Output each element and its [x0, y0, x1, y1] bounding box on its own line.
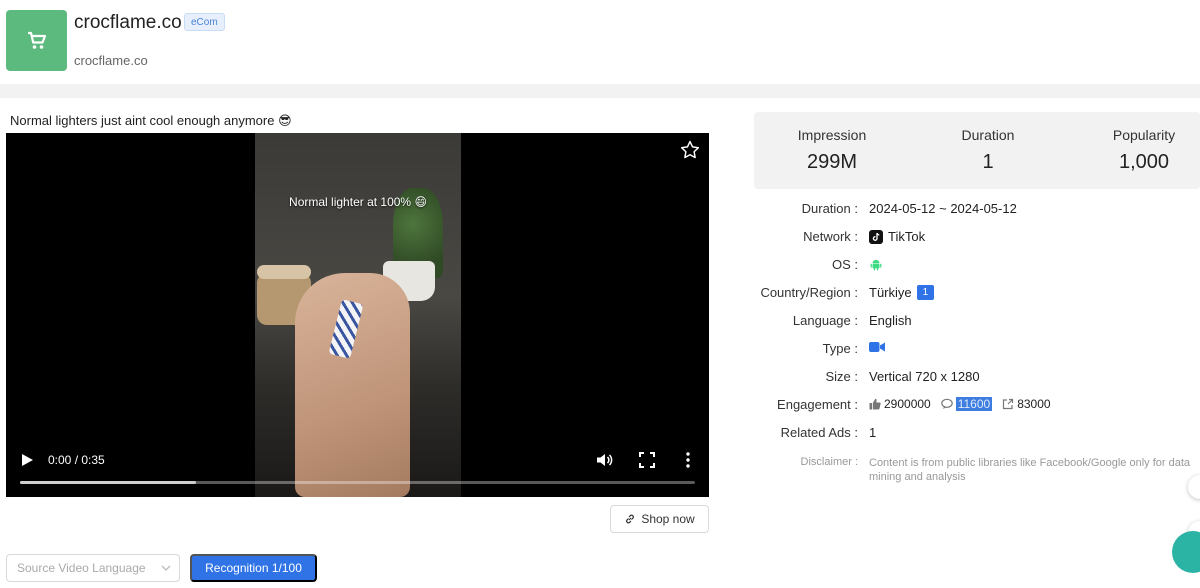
engagement-comments: 11600	[940, 397, 993, 411]
chevron-down-icon	[161, 565, 171, 571]
detail-label: Network :	[803, 229, 858, 244]
detail-value: 2900000 11600 83000	[869, 397, 1061, 411]
engagement-shares: 83000	[1002, 397, 1051, 411]
comment-icon	[940, 398, 953, 409]
detail-label: Engagement :	[777, 397, 858, 412]
detail-value	[869, 257, 883, 271]
detail-label: Type :	[822, 341, 858, 356]
play-icon[interactable]	[20, 453, 34, 467]
detail-label: OS :	[831, 257, 858, 272]
ad-title: Normal lighters just aint cool enough an…	[10, 113, 292, 128]
detail-value: Türkiye 1	[869, 285, 935, 300]
language-select-placeholder: Source Video Language	[17, 561, 146, 575]
brand-name[interactable]: crocflame.co	[74, 12, 182, 34]
ad-detail-panel: Normal lighters just aint cool enough an…	[0, 98, 1200, 588]
stat-impression: Impression 299M	[757, 127, 907, 174]
detail-value: Vertical 720 x 1280	[869, 369, 980, 384]
shopping-cart-logo	[6, 10, 67, 71]
advertiser-header: crocflame.co eCom crocflame.co	[0, 0, 1200, 84]
shares-count: 83000	[1017, 397, 1051, 411]
stat-value: 299M	[806, 151, 858, 173]
video-caption: Normal lighter at 100% 😄	[289, 195, 427, 209]
detail-duration: Duration : 2024-05-12 ~ 2024-05-12	[754, 201, 1200, 221]
floating-scroll-button[interactable]	[1188, 475, 1200, 499]
detail-related-ads: Related Ads : 1	[754, 425, 1200, 445]
android-icon	[870, 259, 882, 271]
star-icon[interactable]	[679, 139, 701, 161]
shopping-cart-icon	[27, 31, 46, 49]
source-video-language-select[interactable]: Source Video Language	[6, 554, 180, 582]
video-progress-bar[interactable]	[20, 481, 695, 484]
stat-duration: Duration 1	[913, 127, 1063, 174]
link-icon	[626, 514, 635, 524]
stat-label: Popularity	[1112, 127, 1176, 143]
detail-label: Size :	[825, 369, 858, 384]
detail-label: Related Ads :	[780, 425, 858, 440]
shop-now-button[interactable]: Shop now	[610, 505, 709, 533]
brand-domain: crocflame.co	[74, 53, 148, 68]
shop-now-label: Shop now	[641, 512, 695, 526]
detail-value	[869, 341, 885, 353]
detail-label: Duration :	[801, 201, 858, 216]
detail-value[interactable]: 1	[869, 425, 876, 440]
detail-label: Language :	[792, 313, 858, 328]
disclaimer-text: Content is from public libraries like Fa…	[869, 457, 1190, 483]
recognition-button[interactable]: Recognition 1/100	[190, 554, 317, 582]
share-icon	[1003, 398, 1014, 410]
thumbs-up-icon	[869, 398, 881, 410]
comments-count: 11600	[955, 397, 993, 411]
detail-type: Type :	[754, 341, 1200, 361]
video-camera-icon	[869, 342, 885, 352]
detail-country: Country/Region : Türkiye 1	[754, 285, 1200, 305]
ecom-badge: eCom	[184, 13, 225, 31]
detail-value: TikTok	[869, 229, 925, 244]
country-name: Türkiye	[869, 285, 912, 300]
country-count-badge[interactable]: 1	[916, 285, 935, 300]
detail-value: 2024-05-12 ~ 2024-05-12	[869, 201, 1017, 216]
stat-value: 1	[982, 151, 994, 173]
disclaimer-label: Disclaimer :	[800, 456, 858, 468]
detail-network: Network : TikTok	[754, 229, 1200, 249]
detail-language: Language : English	[754, 313, 1200, 333]
stat-label: Impression	[797, 127, 867, 143]
video-time: 0:00 / 0:35	[48, 453, 105, 467]
tiktok-icon	[869, 229, 883, 244]
likes-count: 2900000	[884, 397, 931, 411]
detail-value: English	[869, 313, 912, 328]
video-player[interactable]: Normal lighter at 100% 😄 0:00 / 0:35	[6, 133, 709, 497]
detail-size: Size : Vertical 720 x 1280	[754, 369, 1200, 389]
network-name: TikTok	[888, 229, 926, 244]
stat-label: Duration	[961, 127, 1015, 143]
stat-popularity: Popularity 1,000	[1069, 127, 1200, 174]
video-progress-fill	[20, 481, 196, 484]
stats-summary: Impression 299M Duration 1 Popularity 1,…	[754, 112, 1200, 189]
video-controls: 0:00 / 0:35	[6, 437, 709, 497]
fullscreen-icon[interactable]	[638, 451, 656, 469]
engagement-likes: 2900000	[869, 397, 931, 411]
more-options-icon[interactable]	[681, 451, 695, 469]
volume-icon[interactable]	[595, 451, 613, 469]
detail-engagement: Engagement : 2900000 11600 83000	[754, 397, 1200, 417]
detail-os: OS :	[754, 257, 1200, 277]
detail-label: Country/Region :	[760, 285, 858, 300]
stat-value: 1,000	[1118, 151, 1170, 173]
